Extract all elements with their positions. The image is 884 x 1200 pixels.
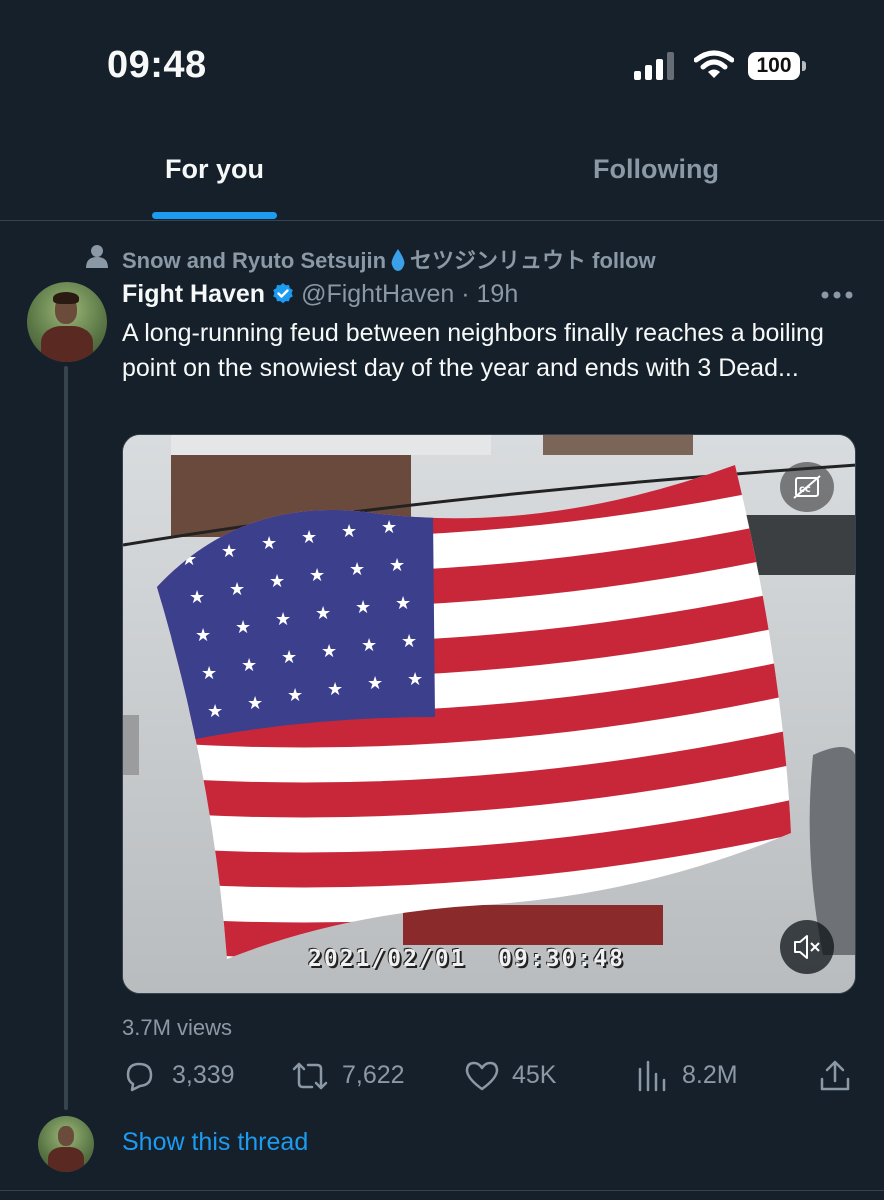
captions-icon: cc xyxy=(793,475,821,499)
svg-text:★: ★ xyxy=(207,701,223,722)
thread-line xyxy=(64,366,68,1110)
video-frame: ★ ★ ★ ★ ★ ★ ★ ★ ★ ★ ★ ★ ★ ★ ★ ★ ★ ★ ★ ★ ★ ★ ★ ★ ★ ★ ★ ★ ★ ★ xyxy=(123,435,855,993)
svg-text:★: ★ xyxy=(389,555,405,576)
like-count: 45K xyxy=(512,1061,557,1089)
tab-following[interactable]: Following xyxy=(593,154,719,185)
analytics-icon xyxy=(638,1060,666,1092)
active-tab-indicator xyxy=(152,212,277,219)
display-name[interactable]: Fight Haven xyxy=(122,280,265,308)
svg-text:★: ★ xyxy=(315,603,331,624)
video-timestamp: 2021/02/01 09:30:48 xyxy=(308,946,625,972)
svg-text:★: ★ xyxy=(395,593,411,614)
svg-text:★: ★ xyxy=(275,609,291,630)
divider xyxy=(0,1190,884,1191)
captions-button[interactable]: cc xyxy=(780,462,834,512)
svg-text:★: ★ xyxy=(195,625,211,646)
svg-text:★: ★ xyxy=(229,579,245,600)
person-icon xyxy=(86,245,108,268)
tweet-header: Fight Haven @FightHaven · 19h xyxy=(122,280,518,314)
handle-and-time[interactable]: @FightHaven · 19h xyxy=(301,280,518,308)
svg-text:★: ★ xyxy=(341,521,357,542)
more-icon[interactable] xyxy=(820,290,854,300)
tweet-text: A long-running feud between neighbors fi… xyxy=(122,319,824,382)
views-count[interactable]: 3.7M views xyxy=(122,1015,232,1041)
svg-text:★: ★ xyxy=(281,647,297,668)
droplet-icon xyxy=(391,249,405,271)
tab-for-you[interactable]: For you xyxy=(165,154,264,185)
svg-text:★: ★ xyxy=(401,631,417,652)
show-thread-link[interactable]: Show this thread xyxy=(122,1128,308,1157)
retweet-count: 7,622 xyxy=(342,1061,405,1089)
retweet-icon xyxy=(292,1062,328,1090)
battery-level: 100 xyxy=(748,52,800,80)
mute-button[interactable] xyxy=(780,920,834,974)
like-icon xyxy=(465,1061,499,1091)
svg-text:★: ★ xyxy=(261,533,277,554)
status-bar: 09:48 100 xyxy=(0,0,884,130)
svg-text:★: ★ xyxy=(221,541,237,562)
svg-text:★: ★ xyxy=(309,565,325,586)
svg-text:★: ★ xyxy=(321,641,337,662)
svg-text:★: ★ xyxy=(361,635,377,656)
battery-icon: 100 xyxy=(748,52,806,80)
mute-icon xyxy=(794,935,820,959)
social-context-text-2: セツジンリュウト follow xyxy=(410,248,656,273)
svg-text:★: ★ xyxy=(189,587,205,608)
svg-text:★: ★ xyxy=(349,559,365,580)
svg-text:★: ★ xyxy=(301,527,317,548)
share-icon xyxy=(820,1060,850,1091)
analytics-count: 8.2M xyxy=(682,1061,738,1089)
svg-text:★: ★ xyxy=(201,663,217,684)
svg-text:★: ★ xyxy=(355,597,371,618)
timeline-tabs: For you Following xyxy=(0,130,884,221)
svg-text:★: ★ xyxy=(327,679,343,700)
tweet-video[interactable]: ★ ★ ★ ★ ★ ★ ★ ★ ★ ★ ★ ★ ★ ★ ★ ★ ★ ★ ★ ★ ★ ★ ★ ★ ★ ★ ★ ★ ★ ★ xyxy=(122,434,856,994)
svg-text:★: ★ xyxy=(247,693,263,714)
svg-text:★: ★ xyxy=(407,669,423,690)
social-context-text: Snow and Ryuto Setsujin xyxy=(122,248,387,273)
wifi-icon xyxy=(694,50,734,78)
svg-text:★: ★ xyxy=(269,571,285,592)
svg-text:★: ★ xyxy=(381,517,397,538)
signal-icon xyxy=(634,52,674,80)
tweet-actions: 3,339 7,622 45K 8.2M xyxy=(122,1055,862,1099)
svg-text:★: ★ xyxy=(235,617,251,638)
thread-avatar[interactable] xyxy=(38,1116,94,1172)
reply-count: 3,339 xyxy=(172,1061,235,1089)
svg-text:★: ★ xyxy=(367,673,383,694)
author-avatar[interactable] xyxy=(27,282,107,362)
svg-text:★: ★ xyxy=(241,655,257,676)
status-time: 09:48 xyxy=(107,44,207,86)
reply-icon xyxy=(126,1062,153,1092)
svg-text:★: ★ xyxy=(287,685,303,706)
verified-badge-icon xyxy=(273,283,293,304)
